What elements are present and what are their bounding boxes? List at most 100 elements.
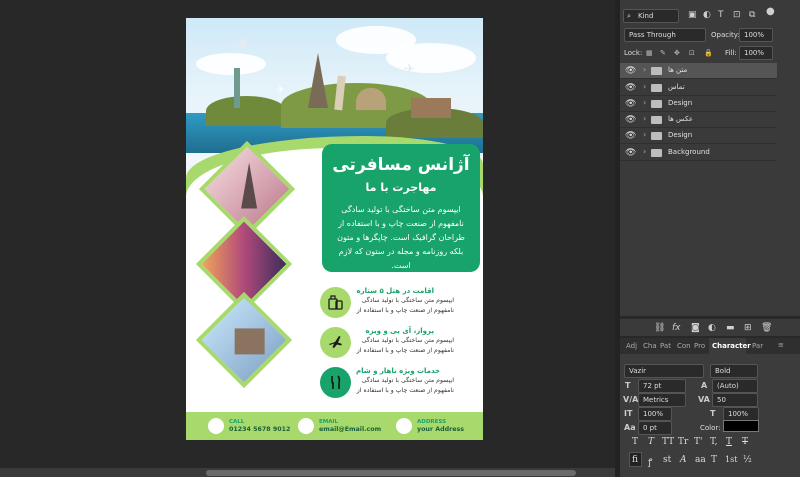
subscript-button[interactable]: T, xyxy=(710,437,718,447)
font-size-field[interactable]: 72 pt xyxy=(638,379,686,393)
location-pin-icon xyxy=(396,418,412,434)
layer-row[interactable]: 👁 › عکس ها xyxy=(620,112,777,128)
adjustment-filter-icon[interactable]: ◐ xyxy=(703,10,711,20)
filter-toggle-icon[interactable]: ● xyxy=(766,6,775,17)
blend-mode-value: Pass Through xyxy=(629,31,676,39)
layer-row[interactable]: 👁 › Design xyxy=(620,128,777,144)
faux-bold-button[interactable]: T xyxy=(632,437,638,447)
eye-icon[interactable]: 👁 xyxy=(625,131,636,141)
photo-tower-bridge xyxy=(195,291,293,389)
tab-paths[interactable]: Pat xyxy=(660,342,671,350)
eye-icon[interactable]: 👁 xyxy=(625,66,636,76)
contextual-alternates-button[interactable]: ꝭ xyxy=(648,455,652,468)
chevron-right-icon[interactable]: › xyxy=(643,130,646,139)
kerning-value: Metrics xyxy=(643,396,669,404)
leading-field[interactable]: (Auto) xyxy=(712,379,758,393)
feature-flight: پرواز، آی پی و ویزه ایپسوم متن ساختگی با… xyxy=(320,327,480,363)
standard-ligatures-button[interactable]: fi xyxy=(632,455,638,465)
stylistic-alternates-button[interactable]: aa xyxy=(695,455,706,465)
layer-row[interactable]: 👁 › Design xyxy=(620,96,777,112)
shape-filter-icon[interactable]: ⊡ xyxy=(733,10,741,20)
lock-artboard-icon[interactable]: ⊡ xyxy=(689,48,695,58)
flyer-document[interactable]: ✈ ✈ ✈ آژانس مسافرتی مهاجرت با ما ایپسوم … xyxy=(186,18,483,440)
horizontal-scale-field[interactable]: 100% xyxy=(723,407,759,421)
scrollbar-thumb[interactable] xyxy=(206,470,576,476)
land-left xyxy=(206,96,286,126)
tab-properties[interactable]: Pro xyxy=(694,342,705,350)
eye-icon[interactable]: 👁 xyxy=(625,99,636,109)
folder-icon xyxy=(651,132,662,140)
discretionary-ligatures-button[interactable]: st xyxy=(663,455,671,465)
swash-button[interactable]: A xyxy=(680,455,687,465)
underline-button[interactable]: T xyxy=(726,437,732,447)
fill-field[interactable]: 100% xyxy=(739,46,773,60)
chevron-right-icon[interactable]: › xyxy=(643,65,646,74)
layer-name: Design xyxy=(668,131,693,139)
layer-row[interactable]: 👁 › Background xyxy=(620,145,777,161)
ordinals-button[interactable]: 1st xyxy=(725,455,737,464)
taj-mahal xyxy=(356,88,386,110)
add-mask-icon[interactable]: ◙ xyxy=(691,323,700,333)
chevron-right-icon[interactable]: › xyxy=(643,147,646,156)
chevron-right-icon[interactable]: › xyxy=(643,82,646,91)
feature-dining: خدمات ویژه ناهار و شام ایپسوم متن ساختگی… xyxy=(320,367,480,403)
blend-mode-dropdown[interactable]: Pass Through xyxy=(624,28,706,42)
new-layer-icon[interactable]: ⊞ xyxy=(744,323,752,333)
layer-name: تماس xyxy=(668,83,685,91)
layer-row[interactable]: 👁 › متن ها xyxy=(620,63,777,79)
vertical-scale-field[interactable]: 100% xyxy=(638,407,672,421)
small-caps-button[interactable]: Tr xyxy=(678,437,688,447)
text-color-swatch[interactable] xyxy=(723,420,759,432)
fx-icon[interactable]: fx xyxy=(672,323,681,333)
trash-icon[interactable]: 🗑 xyxy=(761,323,772,333)
phone-icon xyxy=(208,418,224,434)
eiffel-tower xyxy=(308,53,328,108)
eye-icon[interactable]: 👁 xyxy=(625,83,636,93)
color-label: Color: xyxy=(700,424,721,432)
eye-icon[interactable]: 👁 xyxy=(625,148,636,158)
statue-of-liberty xyxy=(234,68,240,108)
tracking-field[interactable]: 50 xyxy=(712,393,758,407)
layer-filter-kind[interactable]: ⌕ Kind xyxy=(623,9,679,23)
footer-address-value: your Address xyxy=(417,426,464,433)
smart-object-filter-icon[interactable]: ⧉ xyxy=(749,10,755,20)
panel-menu-icon[interactable]: ≡ xyxy=(778,341,784,349)
lock-pixels-icon[interactable]: ✎ xyxy=(660,48,666,58)
faux-italic-button[interactable]: T xyxy=(648,437,654,447)
strikethrough-button[interactable]: T xyxy=(742,437,748,447)
baseline-shift-field[interactable]: 0 pt xyxy=(638,421,672,435)
adjustment-layer-icon[interactable]: ◐ xyxy=(708,323,716,333)
lock-transparent-icon[interactable]: ▦ xyxy=(646,48,653,58)
fractions-button[interactable]: ½ xyxy=(743,455,752,465)
airplane-icon xyxy=(329,336,342,348)
new-group-icon[interactable]: ▬ xyxy=(726,323,735,333)
opacity-field[interactable]: 100% xyxy=(739,28,773,42)
tab-channels[interactable]: Cha xyxy=(643,342,657,350)
feature-desc: ایپسوم متن ساختگی با تولید سادگی نامفهوم… xyxy=(356,297,454,314)
tab-adjustments[interactable]: Adj xyxy=(626,342,637,350)
lock-all-icon[interactable]: 🔒 xyxy=(704,48,713,58)
vertical-scale-icon: IT xyxy=(624,409,633,418)
tab-content[interactable]: Con xyxy=(677,342,691,350)
lock-position-icon[interactable]: ✥ xyxy=(674,48,680,58)
font-style-dropdown[interactable]: Bold xyxy=(710,364,758,378)
eye-icon[interactable]: 👁 xyxy=(625,115,636,125)
airplane-icon: ✈ xyxy=(234,32,251,55)
footer-address-label: ADDRESS xyxy=(417,419,447,425)
kerning-field[interactable]: Metrics xyxy=(638,393,686,407)
chevron-right-icon[interactable]: › xyxy=(643,98,646,107)
tab-paragraph[interactable]: Par xyxy=(752,342,763,350)
layer-row[interactable]: 👁 › تماس xyxy=(620,80,777,96)
link-layers-icon[interactable]: ⛓ xyxy=(654,323,665,333)
pixel-filter-icon[interactable]: ▣ xyxy=(688,10,697,20)
font-family-dropdown[interactable]: Vazir xyxy=(624,364,704,378)
superscript-button[interactable]: T' xyxy=(694,437,702,447)
all-caps-button[interactable]: TT xyxy=(662,437,674,447)
titling-alternates-button[interactable]: T xyxy=(711,455,717,465)
footer-email-label: EMAIL xyxy=(319,419,339,425)
tab-character[interactable]: Character xyxy=(712,342,751,350)
feature-icon-circle xyxy=(320,327,351,358)
email-icon xyxy=(298,418,314,434)
chevron-right-icon[interactable]: › xyxy=(643,114,646,123)
type-filter-icon[interactable]: T xyxy=(718,10,724,20)
